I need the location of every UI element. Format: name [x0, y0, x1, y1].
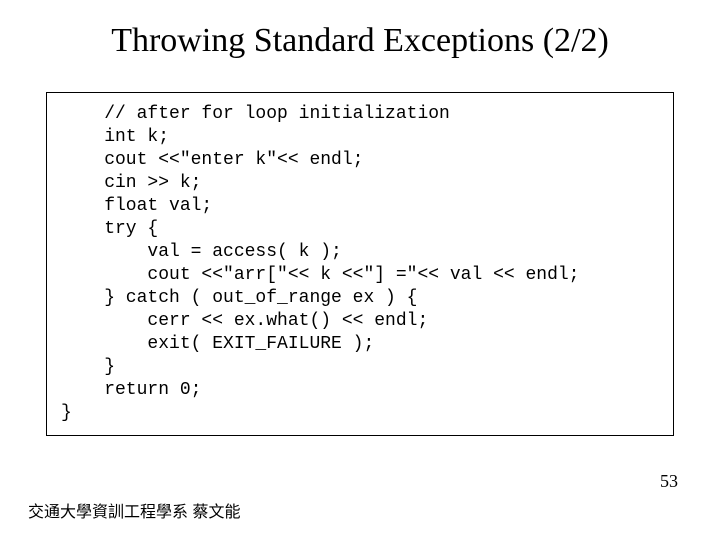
footer-text: 交通大學資訓工程學系 蔡文能 — [28, 498, 240, 522]
code-line: cin >> k; — [61, 173, 201, 193]
code-line: cout <<"arr["<< k <<"] ="<< val << endl; — [61, 265, 579, 285]
code-line: } — [61, 403, 72, 423]
code-line: float val; — [61, 196, 212, 216]
code-line: } catch ( out_of_range ex ) { — [61, 288, 417, 308]
code-block: // after for loop initialization int k; … — [46, 92, 674, 436]
code-line: cerr << ex.what() << endl; — [61, 311, 428, 331]
code-line: try { — [61, 219, 158, 239]
code-line: } — [61, 357, 115, 377]
page-number: 53 — [660, 471, 678, 492]
code-line: cout <<"enter k"<< endl; — [61, 150, 363, 170]
code-line: // after for loop initialization — [61, 104, 450, 124]
code-line: return 0; — [61, 380, 201, 400]
code-line: int k; — [61, 127, 169, 147]
code-line: exit( EXIT_FAILURE ); — [61, 334, 374, 354]
code-line: val = access( k ); — [61, 242, 342, 262]
slide: Throwing Standard Exceptions (2/2) // af… — [0, 0, 720, 540]
slide-title: Throwing Standard Exceptions (2/2) — [0, 22, 720, 60]
